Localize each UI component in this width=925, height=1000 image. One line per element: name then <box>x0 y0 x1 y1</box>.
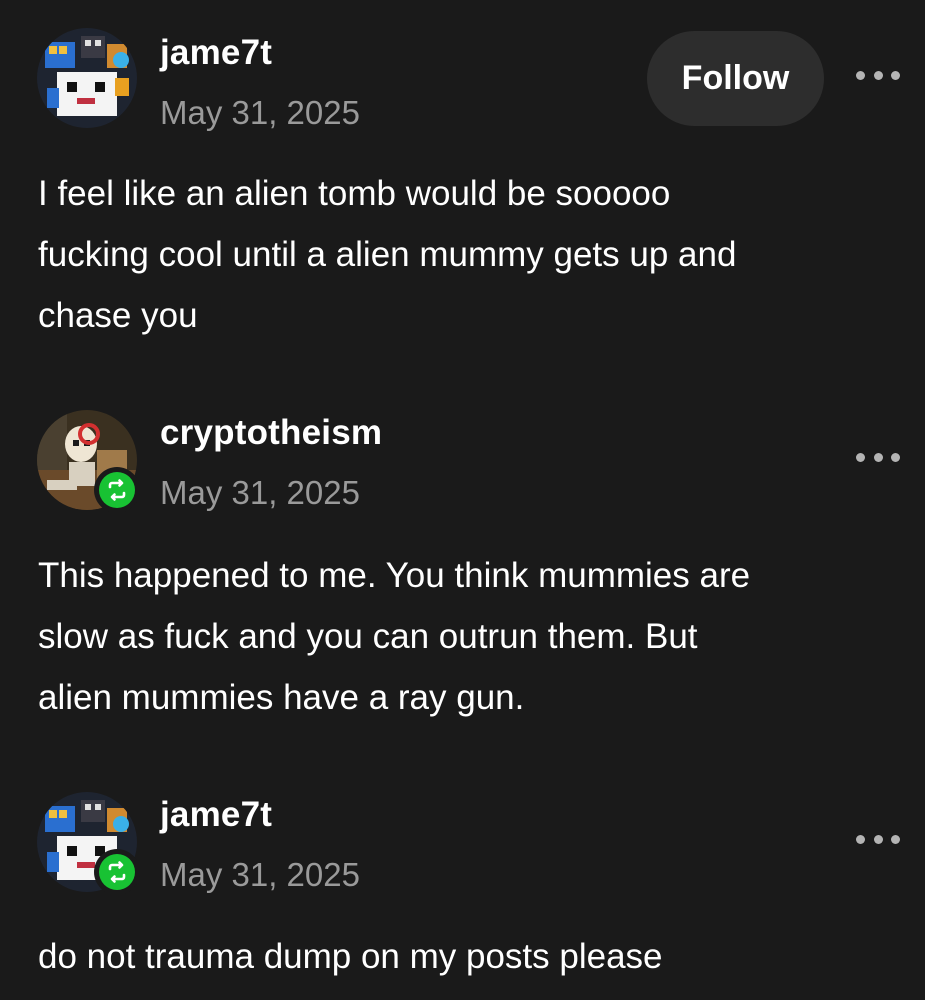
post-body-line: This happened to me. You think mummies a… <box>38 556 751 595</box>
post-body: do not trauma dump on my posts please <box>38 926 898 987</box>
post-date: May 31, 2025 <box>160 856 360 893</box>
post-body-line: alien mummies have a ray gun. <box>38 678 525 717</box>
follow-button[interactable]: Follow <box>647 31 824 126</box>
post-date: May 31, 2025 <box>160 474 360 511</box>
post-body-line: chase you <box>38 296 198 335</box>
post-body-line: do not trauma dump on my posts please <box>38 937 663 976</box>
username[interactable]: cryptotheism <box>160 413 382 453</box>
post-body: I feel like an alien tomb would be soooo… <box>38 163 898 346</box>
reblog-icon <box>108 479 126 501</box>
post-body: This happened to me. You think mummies a… <box>38 545 898 728</box>
more-options-icon[interactable] <box>856 445 900 469</box>
pixel-art-avatar-image <box>37 28 137 128</box>
post-body-line: I feel like an alien tomb would be soooo… <box>38 174 671 213</box>
post-body-line: slow as fuck and you can outrun them. Bu… <box>38 617 698 656</box>
more-options-icon[interactable] <box>856 827 900 851</box>
reblog-badge <box>94 849 140 895</box>
more-options-icon[interactable] <box>856 63 900 87</box>
reblog-badge <box>94 467 140 513</box>
post-date: May 31, 2025 <box>160 94 360 131</box>
avatar[interactable] <box>37 28 137 128</box>
reblog-icon <box>108 861 126 883</box>
username[interactable]: jame7t <box>160 33 272 73</box>
post-body-line: fucking cool until a alien mummy gets up… <box>38 235 737 274</box>
username[interactable]: jame7t <box>160 795 272 835</box>
